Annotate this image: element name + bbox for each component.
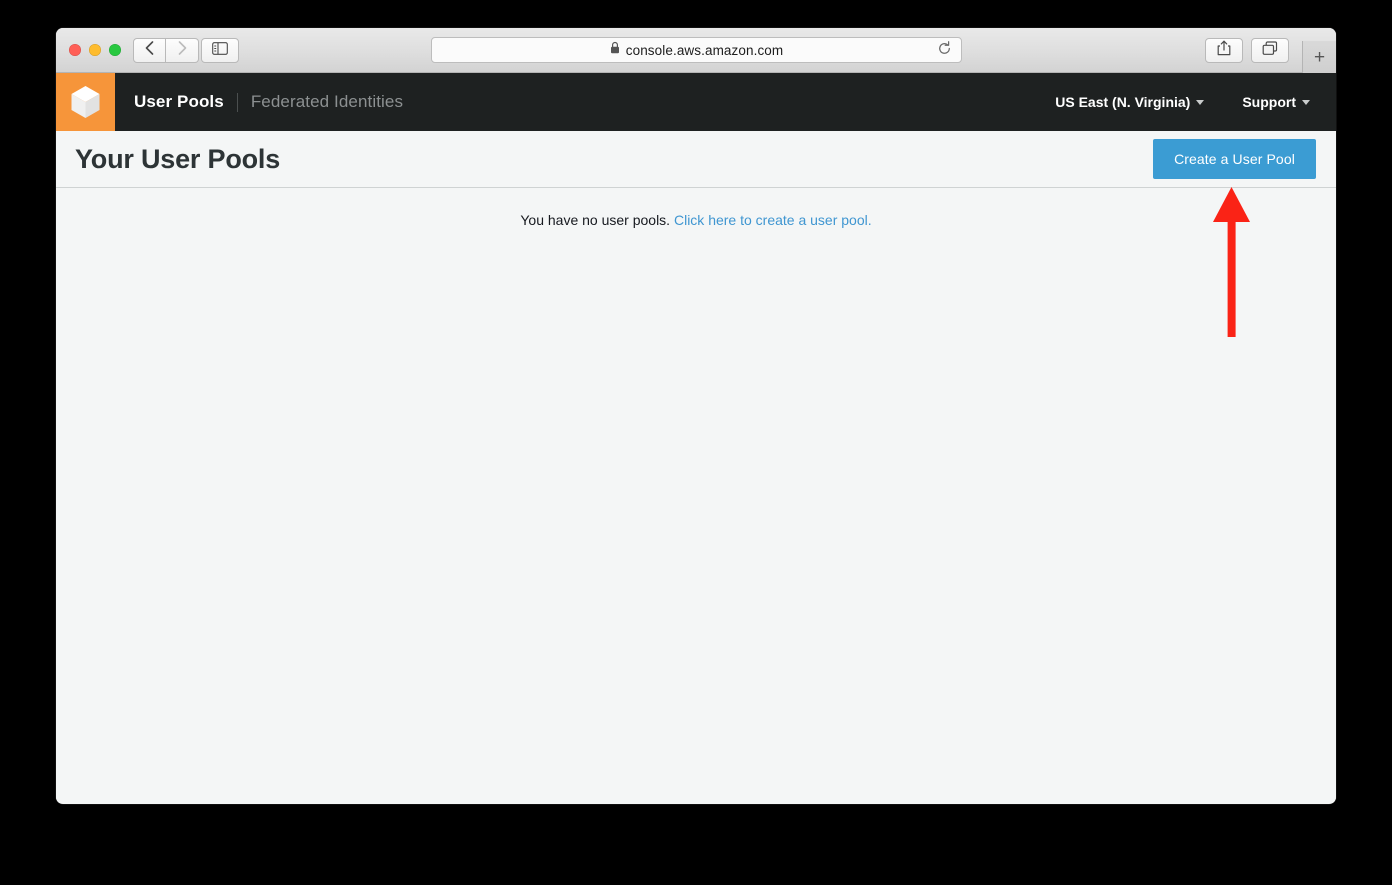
support-label: Support bbox=[1242, 94, 1296, 110]
sidebar-panel-icon bbox=[212, 41, 228, 60]
reload-button[interactable] bbox=[935, 41, 953, 61]
empty-state-message: You have no user pools. Click here to cr… bbox=[56, 188, 1336, 228]
empty-state-text: You have no user pools. bbox=[520, 212, 671, 228]
forward-button[interactable] bbox=[166, 38, 199, 63]
region-selector[interactable]: US East (N. Virginia) bbox=[1055, 94, 1205, 110]
chevron-down-icon bbox=[1302, 99, 1310, 105]
navigation-buttons bbox=[133, 38, 199, 63]
service-nav-links: User Pools Federated Identities bbox=[134, 92, 403, 112]
main-content: You have no user pools. Click here to cr… bbox=[56, 188, 1336, 803]
address-bar-content: console.aws.amazon.com bbox=[610, 41, 784, 59]
address-bar-text: console.aws.amazon.com bbox=[625, 42, 784, 58]
maximize-window-button[interactable] bbox=[109, 44, 121, 56]
browser-toolbar: console.aws.amazon.com + bbox=[56, 28, 1336, 73]
close-window-button[interactable] bbox=[69, 44, 81, 56]
create-user-pool-button[interactable]: Create a User Pool bbox=[1153, 139, 1316, 179]
nav-link-user-pools[interactable]: User Pools bbox=[134, 92, 224, 112]
toolbar-right-buttons bbox=[1205, 38, 1289, 63]
address-bar[interactable]: console.aws.amazon.com bbox=[431, 37, 962, 63]
aws-service-navbar: User Pools Federated Identities US East … bbox=[56, 73, 1336, 131]
sidebar-toggle-button[interactable] bbox=[201, 38, 239, 63]
nav-link-federated-identities[interactable]: Federated Identities bbox=[251, 92, 403, 112]
lock-icon bbox=[610, 41, 620, 59]
page-title: Your User Pools bbox=[75, 143, 281, 174]
share-icon bbox=[1217, 40, 1231, 61]
support-menu[interactable]: Support bbox=[1242, 94, 1310, 110]
back-button[interactable] bbox=[133, 38, 166, 63]
create-user-pool-link[interactable]: Click here to create a user pool. bbox=[674, 212, 872, 228]
new-tab-button[interactable]: + bbox=[1302, 41, 1336, 73]
cube-icon bbox=[71, 86, 100, 118]
chevron-left-icon bbox=[145, 41, 154, 60]
share-button[interactable] bbox=[1205, 38, 1243, 63]
tabs-icon bbox=[1262, 40, 1278, 61]
cognito-cube-logo[interactable] bbox=[56, 73, 115, 131]
chevron-down-icon bbox=[1196, 99, 1205, 105]
browser-window: console.aws.amazon.com + User Pools Fede… bbox=[56, 28, 1336, 804]
window-controls bbox=[69, 44, 121, 56]
region-label: US East (N. Virginia) bbox=[1055, 94, 1191, 110]
global-nav-right: US East (N. Virginia) Support bbox=[1055, 94, 1336, 110]
tab-overview-button[interactable] bbox=[1251, 38, 1289, 63]
reload-icon bbox=[937, 41, 952, 61]
chevron-right-icon bbox=[178, 41, 187, 60]
page-header: Your User Pools Create a User Pool bbox=[56, 131, 1336, 188]
nav-divider bbox=[236, 92, 238, 112]
minimize-window-button[interactable] bbox=[89, 44, 101, 56]
